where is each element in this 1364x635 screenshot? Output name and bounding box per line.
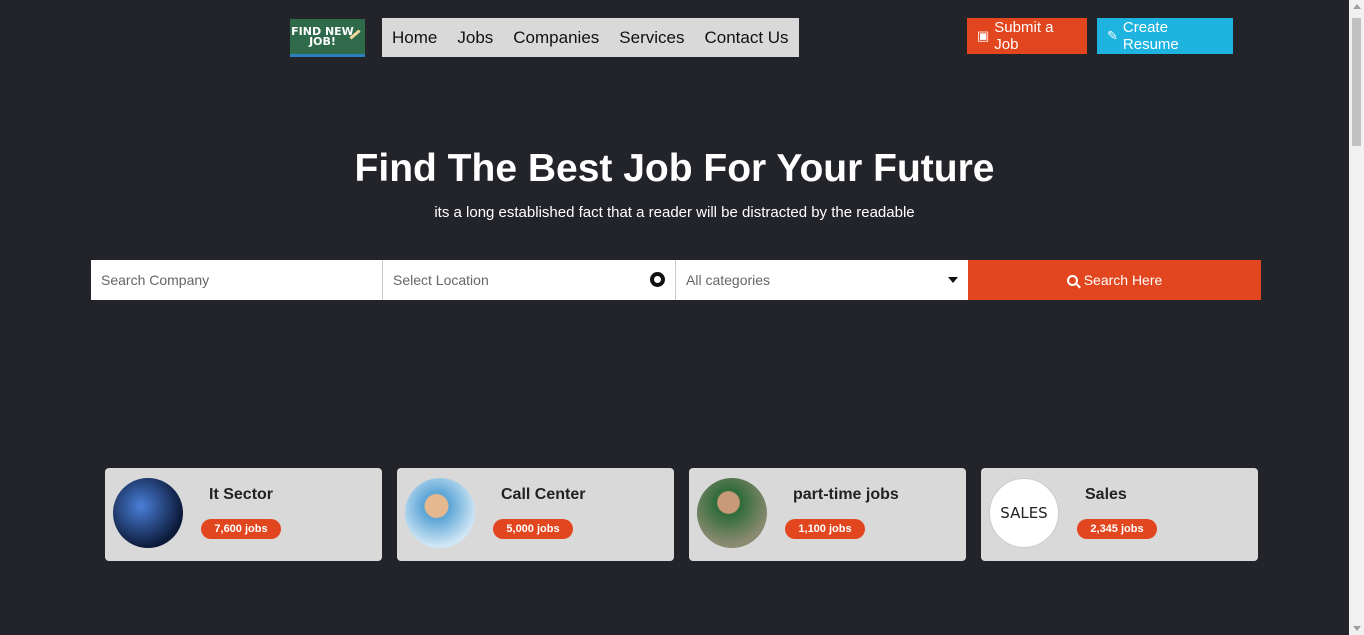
submit-job-button[interactable]: ▣ Submit a Job xyxy=(967,18,1087,54)
scrollbar-thumb[interactable] xyxy=(1352,18,1361,146)
scroll-up-icon[interactable] xyxy=(1353,4,1361,9)
search-button-label: Search Here xyxy=(1083,272,1163,288)
edit-icon: ✎ xyxy=(1107,28,1118,43)
call-center-image xyxy=(405,478,475,548)
category-card-sales[interactable]: SALES Sales 2,345 jobs xyxy=(981,468,1258,561)
chevron-down-icon xyxy=(948,277,958,283)
search-button[interactable]: Search Here xyxy=(968,260,1261,300)
scroll-down-icon[interactable] xyxy=(1353,626,1361,631)
nav-item-home[interactable]: Home xyxy=(392,28,437,48)
job-count-badge: 5,000 jobs xyxy=(493,519,573,539)
job-count-badge: 7,600 jobs xyxy=(201,519,281,539)
category-card-call-center[interactable]: Call Center 5,000 jobs xyxy=(397,468,674,561)
company-search-input[interactable]: Search Company xyxy=(91,260,383,300)
hero-title: Find The Best Job For Your Future xyxy=(354,147,995,190)
create-resume-button[interactable]: ✎ Create Resume xyxy=(1097,18,1233,54)
category-cards: It Sector 7,600 jobs Call Center 5,000 j… xyxy=(105,468,1258,561)
it-sector-image xyxy=(113,478,183,548)
main-nav: Home Jobs Companies Services Contact Us xyxy=(382,18,799,57)
category-title: part-time jobs xyxy=(793,486,899,503)
sales-image-text: SALES xyxy=(1000,504,1048,522)
location-icon xyxy=(650,272,665,287)
category-title: Sales xyxy=(1085,486,1127,503)
job-count-badge: 2,345 jobs xyxy=(1077,519,1157,539)
create-resume-label: Create Resume xyxy=(1122,19,1179,53)
search-icon xyxy=(1066,274,1078,286)
category-card-part-time[interactable]: part-time jobs 1,100 jobs xyxy=(689,468,966,561)
page-scrollbar[interactable] xyxy=(1349,0,1364,635)
job-search-bar: Search Company Select Location All categ… xyxy=(91,260,1261,300)
submit-job-label: Submit a Job xyxy=(994,19,1054,53)
part-time-image xyxy=(697,478,767,548)
logo-text: FIND NEW JOB! xyxy=(291,24,354,48)
job-count-badge: 1,100 jobs xyxy=(785,519,865,539)
category-selected-value: All categories xyxy=(686,272,771,288)
briefcase-icon: ▣ xyxy=(977,28,990,43)
category-select[interactable]: All categories xyxy=(676,260,968,300)
company-placeholder: Search Company xyxy=(101,272,210,288)
nav-item-jobs[interactable]: Jobs xyxy=(457,28,493,48)
category-title: Call Center xyxy=(501,486,586,503)
category-card-it-sector[interactable]: It Sector 7,600 jobs xyxy=(105,468,382,561)
sales-image: SALES xyxy=(989,478,1059,548)
hero-subtitle: its a long established fact that a reade… xyxy=(434,204,915,221)
nav-item-services[interactable]: Services xyxy=(619,28,684,48)
category-title: It Sector xyxy=(209,486,274,503)
location-select[interactable]: Select Location xyxy=(383,260,676,300)
nav-item-companies[interactable]: Companies xyxy=(513,28,599,48)
site-logo[interactable]: FIND NEW JOB! xyxy=(290,19,365,57)
location-placeholder: Select Location xyxy=(393,272,489,288)
nav-item-contact[interactable]: Contact Us xyxy=(704,28,788,48)
